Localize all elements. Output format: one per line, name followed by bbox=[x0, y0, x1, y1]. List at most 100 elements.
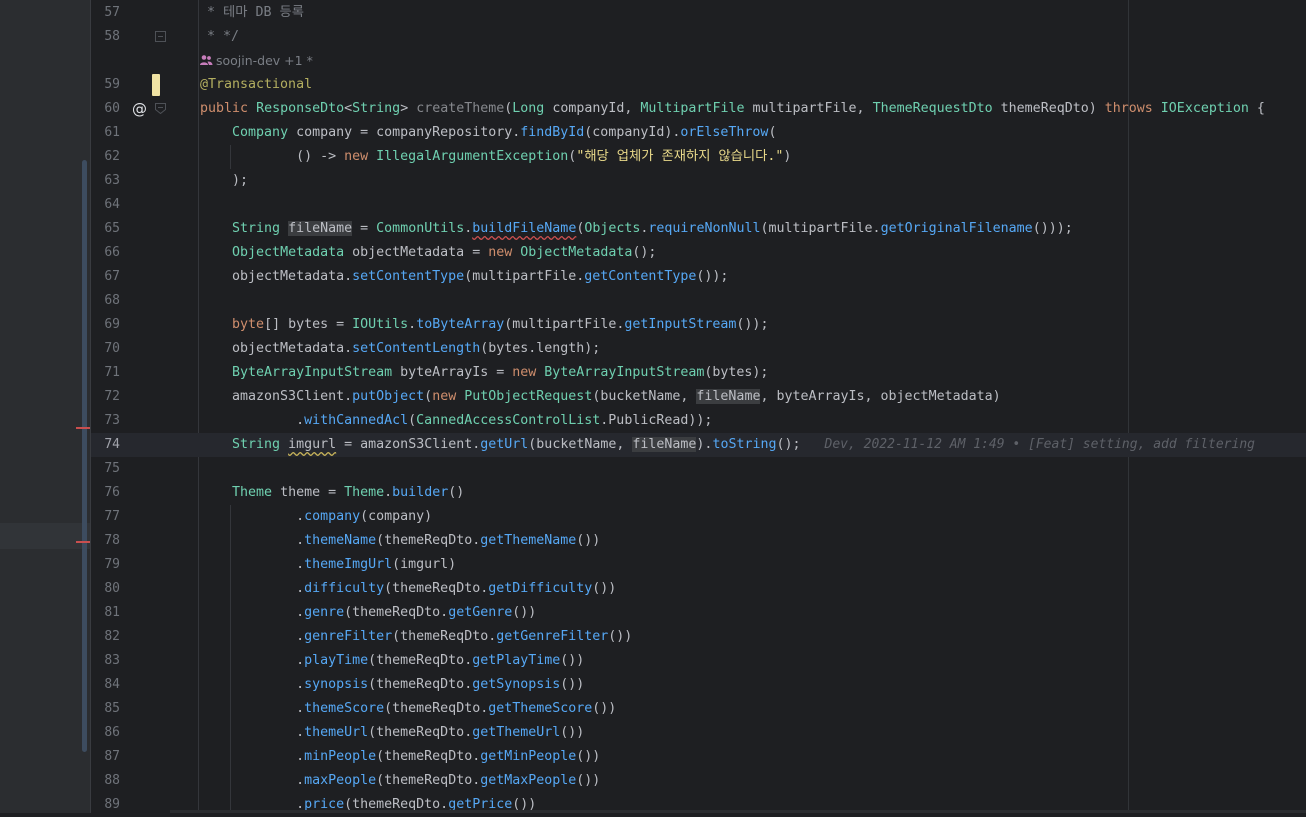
line-number: 72 bbox=[104, 389, 120, 404]
error-stripe-mark[interactable] bbox=[76, 541, 90, 543]
code-text: String imgurl = amazonS3Client.getUrl(bu… bbox=[232, 437, 1255, 452]
line-number: 89 bbox=[104, 797, 120, 812]
code-text: * */ bbox=[199, 29, 240, 44]
code-text: .genre(themeReqDto.getGenre()) bbox=[200, 605, 537, 620]
code-text: objectMetadata.setContentType(multipartF… bbox=[200, 269, 729, 284]
line-number: 69 bbox=[104, 317, 120, 332]
code-text: .themeScore(themeReqDto.getThemeScore()) bbox=[200, 701, 617, 716]
line-number: 58 bbox=[104, 29, 120, 44]
code-text: .themeName(themeReqDto.getThemeName()) bbox=[200, 533, 601, 548]
line-number: 76 bbox=[104, 485, 120, 500]
code-text: String fileName = CommonUtils.buildFileN… bbox=[232, 221, 1073, 236]
code-text: .themeUrl(themeReqDto.getThemeUrl()) bbox=[200, 725, 585, 740]
code-text: ByteArrayInputStream byteArrayIs = new B… bbox=[232, 365, 769, 380]
code-text: .price(themeReqDto.getPrice()) bbox=[200, 797, 537, 812]
code-text: * 테마 DB 등록 bbox=[199, 5, 304, 20]
strip-selection bbox=[0, 523, 90, 549]
error-stripe-mark[interactable] bbox=[76, 427, 90, 429]
code-line[interactable]: 71 ByteArrayInputStream byteArrayIs = ne… bbox=[91, 361, 1306, 385]
line-number: 84 bbox=[104, 677, 120, 692]
line-number: 75 bbox=[104, 461, 120, 476]
code-line[interactable]: 73 .withCannedAcl(CannedAccessControlLis… bbox=[91, 409, 1306, 433]
line-number: 68 bbox=[104, 293, 120, 308]
code-line[interactable]: 84 .synopsis(themeReqDto.getSynopsis()) bbox=[91, 673, 1306, 697]
code-line[interactable]: 77 .company(company) bbox=[91, 505, 1306, 529]
code-line[interactable]: 75 bbox=[91, 457, 1306, 481]
line-number: 57 bbox=[104, 5, 120, 20]
code-author-lens[interactable]: soojin-dev +1 * bbox=[199, 49, 313, 73]
code-line[interactable]: 60 public ResponseDto<String> createThem… bbox=[91, 97, 1306, 121]
code-line[interactable]: 57 * 테마 DB 등록 bbox=[91, 1, 1306, 25]
line-number: 73 bbox=[104, 413, 120, 428]
code-line[interactable]: 58 * */ bbox=[91, 25, 1306, 49]
code-text: .genreFilter(themeReqDto.getGenreFilter(… bbox=[200, 629, 633, 644]
code-text: ObjectMetadata objectMetadata = new Obje… bbox=[232, 245, 657, 260]
code-line[interactable]: 69 byte[] bytes = IOUtils.toByteArray(mu… bbox=[91, 313, 1306, 337]
code-line[interactable]: 79 .themeImgUrl(imgurl) bbox=[91, 553, 1306, 577]
code-text: .playTime(themeReqDto.getPlayTime()) bbox=[200, 653, 585, 668]
tool-window-strip bbox=[0, 0, 91, 813]
code-line[interactable]: 82 .genreFilter(themeReqDto.getGenreFilt… bbox=[91, 625, 1306, 649]
code-text: () -> new IllegalArgumentException("해당 업… bbox=[200, 149, 792, 164]
code-line[interactable]: 80 .difficulty(themeReqDto.getDifficulty… bbox=[91, 577, 1306, 601]
line-number: 79 bbox=[104, 557, 120, 572]
code-text: Theme theme = Theme.builder() bbox=[232, 485, 465, 500]
code-text: .withCannedAcl(CannedAccessControlList.P… bbox=[200, 413, 713, 428]
code-line[interactable]: 59 @Transactional bbox=[91, 73, 1306, 97]
git-blame-annotation: Dev, 2022-11-12 AM 1:49 • [Feat] setting… bbox=[824, 437, 1255, 452]
code-line[interactable]: 86 .themeUrl(themeReqDto.getThemeUrl()) bbox=[91, 721, 1306, 745]
line-number: 77 bbox=[104, 509, 120, 524]
editor-scrollbar-thumb[interactable] bbox=[82, 160, 87, 752]
line-number: 63 bbox=[104, 173, 120, 188]
code-text: .company(company) bbox=[200, 509, 433, 524]
code-text: .minPeople(themeReqDto.getMinPeople()) bbox=[200, 749, 601, 764]
author-lens-text: soojin-dev +1 * bbox=[216, 53, 313, 68]
code-line[interactable]: 87 .minPeople(themeReqDto.getMinPeople()… bbox=[91, 745, 1306, 769]
line-number: 82 bbox=[104, 629, 120, 644]
line-number: 78 bbox=[104, 533, 120, 548]
line-number: 71 bbox=[104, 365, 120, 380]
line-number: 62 bbox=[104, 149, 120, 164]
code-line[interactable]: 66 ObjectMetadata objectMetadata = new O… bbox=[91, 241, 1306, 265]
code-text: .themeImgUrl(imgurl) bbox=[200, 557, 457, 572]
code-text: .synopsis(themeReqDto.getSynopsis()) bbox=[200, 677, 585, 692]
code-line[interactable]: 68 bbox=[91, 289, 1306, 313]
code-line[interactable]: 64 bbox=[91, 193, 1306, 217]
line-number: 83 bbox=[104, 653, 120, 668]
code-line[interactable]: 65 String fileName = CommonUtils.buildFi… bbox=[91, 217, 1306, 241]
line-number: 86 bbox=[104, 725, 120, 740]
code-line[interactable]: 81 .genre(themeReqDto.getGenre()) bbox=[91, 601, 1306, 625]
line-number: 67 bbox=[104, 269, 120, 284]
code-text: Company company = companyRepository.find… bbox=[232, 125, 777, 140]
code-line[interactable]: 88 .maxPeople(themeReqDto.getMaxPeople()… bbox=[91, 769, 1306, 793]
code-line[interactable]: 62 () -> new IllegalArgumentException("해… bbox=[91, 145, 1306, 169]
code-line[interactable]: 67 objectMetadata.setContentType(multipa… bbox=[91, 265, 1306, 289]
line-number: 60 bbox=[104, 101, 120, 116]
code-text: .difficulty(themeReqDto.getDifficulty()) bbox=[200, 581, 617, 596]
line-number: 64 bbox=[104, 197, 120, 212]
code-line[interactable]: 61 Company company = companyRepository.f… bbox=[91, 121, 1306, 145]
code-text: ); bbox=[200, 173, 249, 188]
code-line[interactable]: 63 ); bbox=[91, 169, 1306, 193]
line-number: 61 bbox=[104, 125, 120, 140]
code-text: public ResponseDto<String> createTheme(L… bbox=[200, 101, 1265, 116]
code-line[interactable]: 72 amazonS3Client.putObject(new PutObjec… bbox=[91, 385, 1306, 409]
users-icon bbox=[200, 55, 213, 65]
code-line[interactable]: 70 objectMetadata.setContentLength(bytes… bbox=[91, 337, 1306, 361]
line-number: 80 bbox=[104, 581, 120, 596]
code-line[interactable]: 85 .themeScore(themeReqDto.getThemeScore… bbox=[91, 697, 1306, 721]
line-number: 88 bbox=[104, 773, 120, 788]
code-line[interactable]: 89 .price(themeReqDto.getPrice()) bbox=[91, 793, 1306, 817]
line-number: 81 bbox=[104, 605, 120, 620]
line-number: 65 bbox=[104, 221, 120, 236]
line-number: 87 bbox=[104, 749, 120, 764]
code-line[interactable]: 76 Theme theme = Theme.builder() bbox=[91, 481, 1306, 505]
code-line-current[interactable]: 74 String imgurl = amazonS3Client.getUrl… bbox=[91, 433, 1306, 457]
code-line[interactable]: 78 .themeName(themeReqDto.getThemeName()… bbox=[91, 529, 1306, 553]
line-number: 66 bbox=[104, 245, 120, 260]
code-line[interactable]: 83 .playTime(themeReqDto.getPlayTime()) bbox=[91, 649, 1306, 673]
line-number: 70 bbox=[104, 341, 120, 356]
code-text: .maxPeople(themeReqDto.getMaxPeople()) bbox=[200, 773, 601, 788]
code-text: amazonS3Client.putObject(new PutObjectRe… bbox=[200, 389, 1001, 404]
line-number: 59 bbox=[104, 77, 120, 92]
